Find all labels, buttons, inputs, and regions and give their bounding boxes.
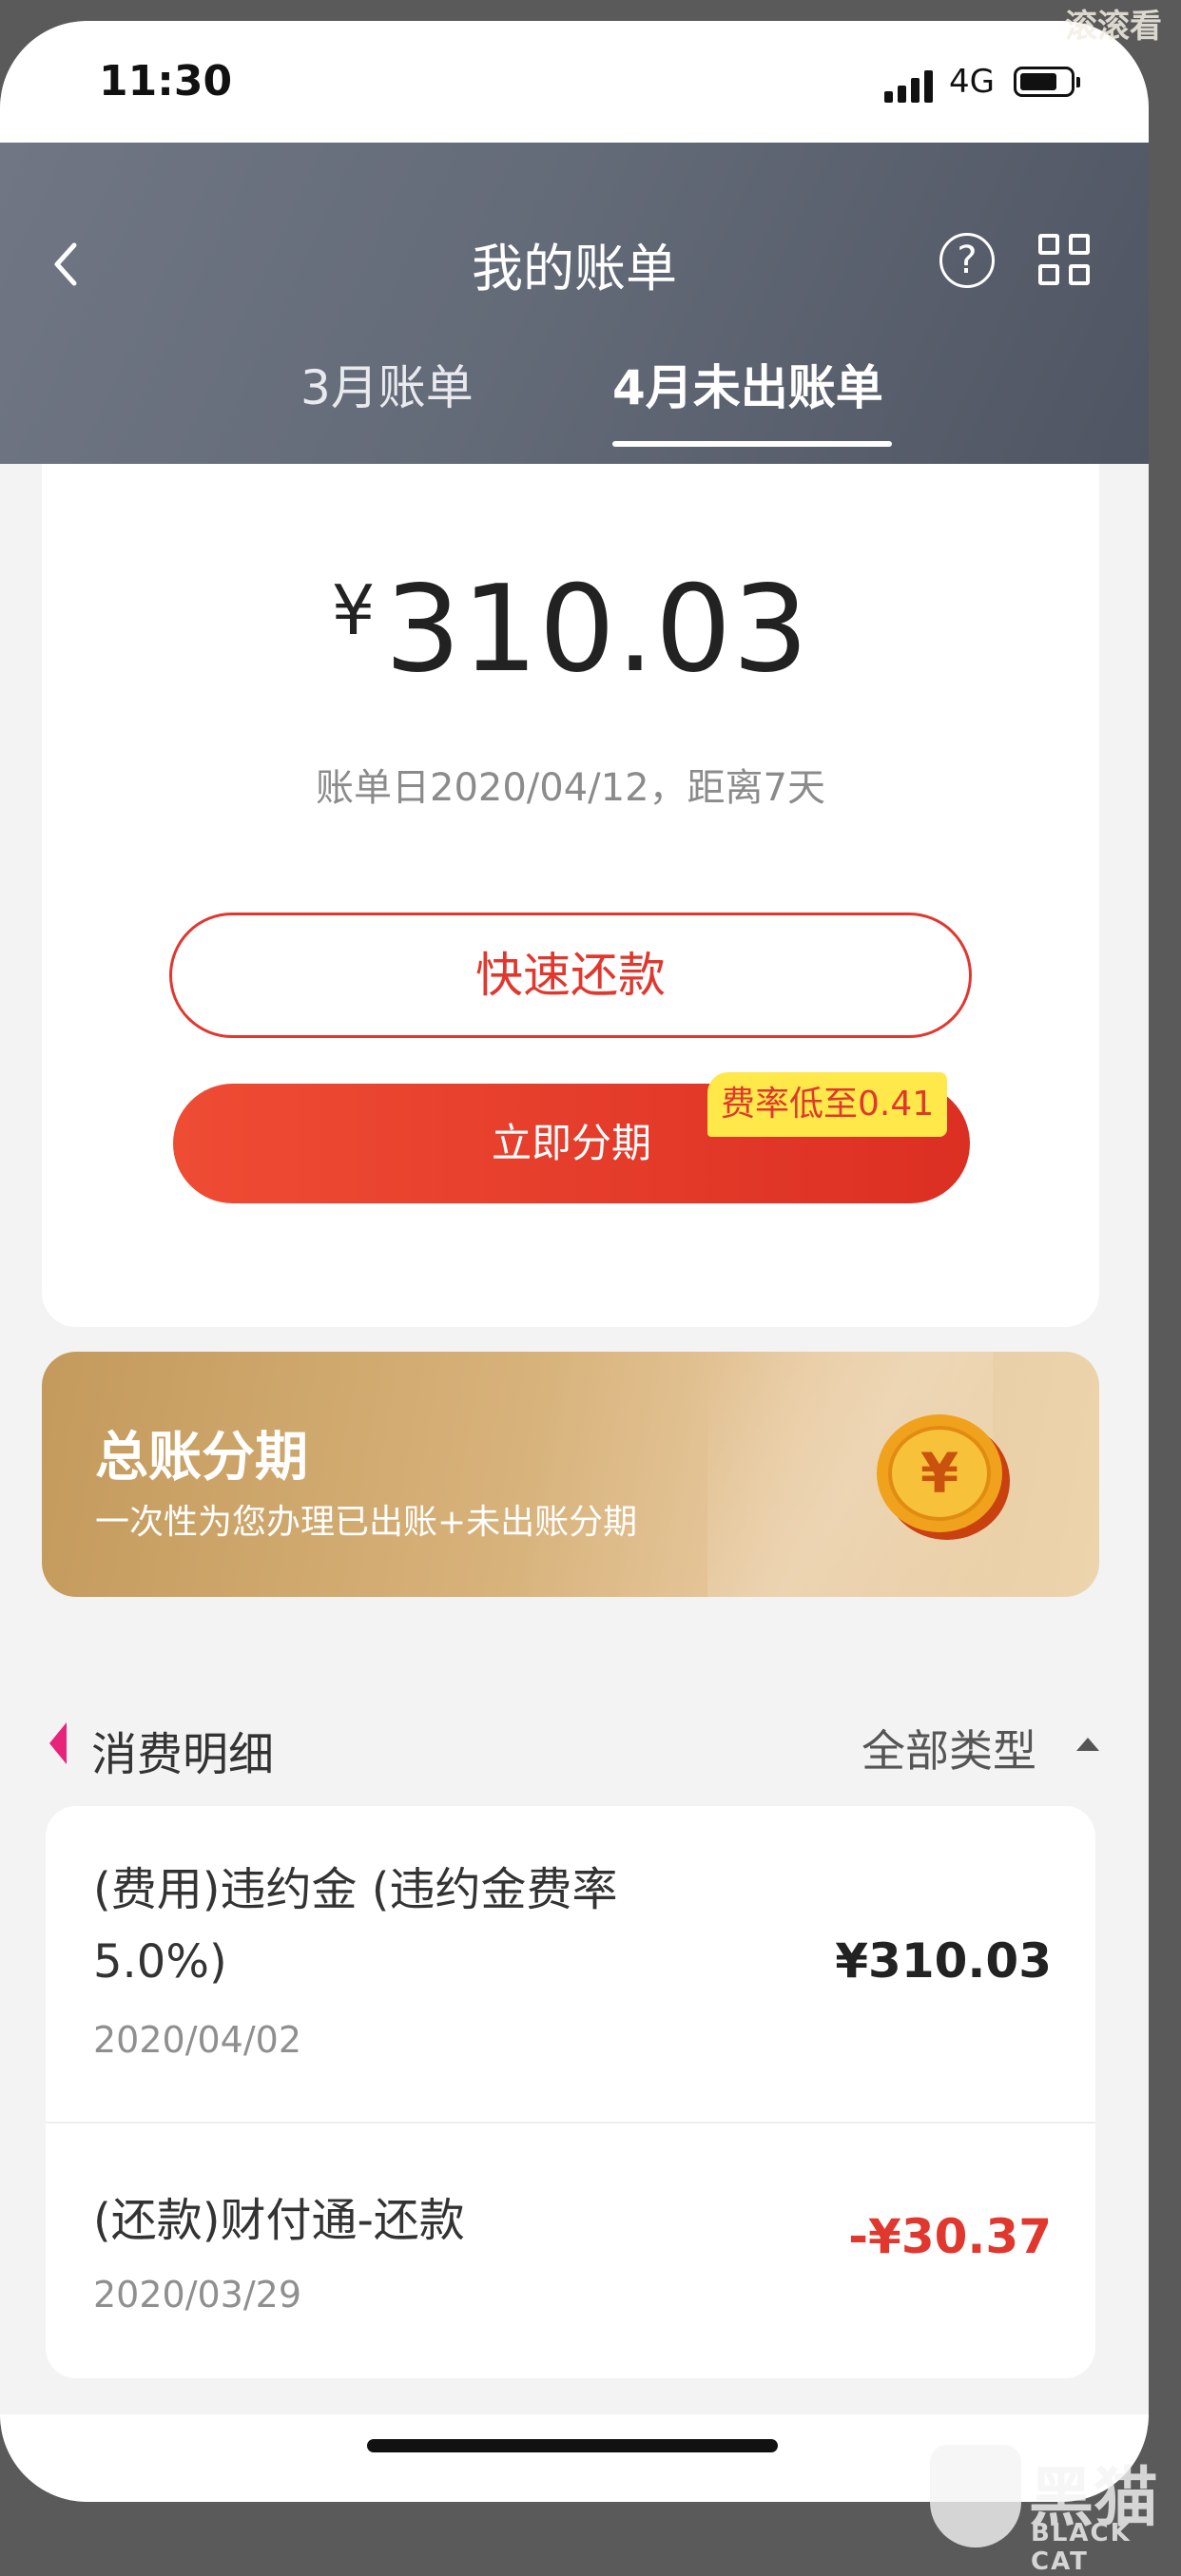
svg-text:¥: ¥ — [920, 1441, 958, 1506]
bill-date-text: 账单日2020/04/12，距离7天 — [316, 766, 825, 810]
home-indicator[interactable] — [367, 2439, 778, 2452]
watermark-brand-en: BLACK CAT — [1031, 2519, 1132, 2576]
grid-menu-icon[interactable] — [1038, 234, 1094, 289]
banner-title: 总账分期 — [95, 1427, 308, 1489]
active-tab-indicator — [612, 441, 892, 447]
item-date: 2020/04/02 — [93, 2019, 302, 2061]
battery-icon — [1014, 67, 1080, 97]
item-description: (还款)财付通-还款 — [93, 2194, 465, 2247]
quick-repay-button[interactable]: 快速还款 — [169, 913, 972, 1038]
caret-up-icon[interactable] — [1076, 1738, 1099, 1751]
bill-summary-card: ¥310.03 账单日2020/04/12，距离7天 快速还款 立即分期 费率低… — [42, 464, 1099, 1327]
list-item[interactable]: (费用)违约金 (违约金费率5.0%) 2020/04/02 ¥310.03 — [46, 1806, 1095, 2124]
cat-logo-icon — [930, 2445, 1021, 2547]
app-header: 我的账单 ? 3月账单 4月未出账单 — [0, 143, 1149, 464]
transaction-list: (费用)违约金 (违约金费率5.0%) 2020/04/02 ¥310.03 (… — [46, 1806, 1095, 2378]
item-amount: ¥310.03 — [835, 1933, 1052, 1989]
amount-value: 310.03 — [384, 559, 810, 699]
network-label: 4G — [949, 63, 995, 101]
details-section-title: 消费明细 — [91, 1728, 275, 1781]
watermark-top: 滚滚看 — [1065, 8, 1162, 46]
tab-april-unbilled[interactable]: 4月未出账单 — [612, 350, 883, 418]
signal-icon — [884, 70, 934, 103]
total-installment-banner[interactable]: 总账分期 一次性为您办理已出账+未出账分期 ¥ — [42, 1352, 1099, 1597]
item-date: 2020/03/29 — [93, 2274, 302, 2316]
status-time: 11:30 — [99, 57, 233, 106]
gold-coin-icon: ¥ — [877, 1414, 1010, 1540]
rate-badge: 费率低至0.41 — [707, 1072, 948, 1137]
section-marker-icon — [49, 1722, 67, 1764]
item-description: (费用)违约金 (违约金费率5.0%) — [93, 1863, 618, 1989]
phone-screen: 11:30 4G 我的账单 ? 3月账单 4月未出账单 ¥310.03 账单日2… — [0, 21, 1149, 2502]
status-bar: 11:30 4G — [0, 21, 1149, 144]
help-icon[interactable]: ? — [939, 233, 995, 288]
type-filter[interactable]: 全部类型 — [862, 1717, 1036, 1779]
tab-march-bill[interactable]: 3月账单 — [300, 350, 474, 418]
list-item[interactable]: (还款)财付通-还款 2020/03/29 -¥30.37 — [46, 2124, 1095, 2378]
bill-amount: ¥310.03 — [42, 559, 1099, 699]
currency-symbol: ¥ — [331, 570, 376, 650]
banner-subtitle: 一次性为您办理已出账+未出账分期 — [95, 1503, 638, 1542]
item-amount: -¥30.37 — [848, 2209, 1052, 2264]
black-cat-watermark: 黑猫 BLACK CAT — [930, 2445, 1177, 2576]
